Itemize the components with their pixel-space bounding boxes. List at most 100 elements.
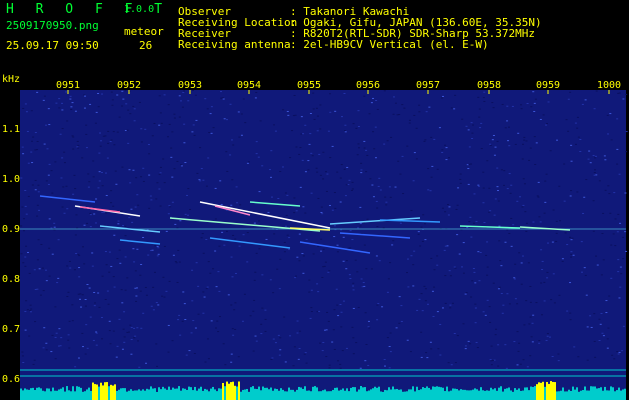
noise-speck — [328, 270, 331, 272]
noise-speck — [371, 184, 374, 186]
noise-speck — [576, 116, 579, 118]
noise-speck — [155, 343, 158, 345]
noise-speck — [412, 285, 415, 287]
noise-speck — [521, 158, 524, 160]
noise-speck — [227, 294, 230, 296]
noise-speck — [197, 285, 200, 287]
noise-speck — [317, 291, 320, 293]
noise-speck — [51, 334, 54, 336]
noise-speck — [134, 287, 137, 289]
level-bar — [342, 388, 344, 400]
level-bar — [300, 387, 302, 400]
noise-speck — [316, 130, 319, 132]
noise-speck — [109, 343, 112, 345]
noise-speck — [225, 230, 228, 232]
noise-speck — [608, 295, 611, 297]
noise-speck — [116, 258, 119, 260]
noise-speck — [202, 252, 205, 254]
level-bar — [306, 390, 308, 400]
freq-tick-label: 0.6 — [2, 374, 21, 385]
noise-speck — [130, 353, 133, 355]
noise-speck — [21, 351, 24, 353]
noise-speck — [53, 226, 56, 228]
noise-speck — [152, 286, 155, 288]
level-bar — [424, 387, 426, 400]
noise-speck — [109, 141, 112, 143]
noise-speck — [498, 240, 501, 242]
noise-speck — [124, 256, 127, 258]
noise-speck — [144, 128, 147, 130]
noise-speck — [342, 236, 345, 238]
noise-speck — [497, 200, 500, 202]
noise-speck — [344, 130, 347, 132]
noise-speck — [368, 327, 371, 329]
level-bar — [264, 387, 266, 400]
noise-speck — [624, 231, 627, 233]
noise-speck — [204, 98, 207, 100]
noise-speck — [104, 251, 107, 253]
level-bar — [32, 387, 34, 400]
noise-speck — [464, 348, 467, 350]
noise-speck — [40, 243, 43, 245]
noise-speck — [202, 179, 205, 181]
noise-speck — [483, 221, 486, 223]
noise-speck — [203, 296, 206, 298]
noise-speck — [81, 332, 84, 334]
noise-speck — [570, 160, 573, 162]
noise-speck — [489, 144, 492, 146]
noise-speck — [383, 358, 386, 360]
noise-speck — [68, 260, 71, 262]
noise-speck — [357, 126, 360, 128]
noise-speck — [467, 129, 470, 131]
noise-speck — [30, 110, 33, 112]
noise-speck — [489, 359, 492, 361]
noise-speck — [522, 178, 525, 180]
level-bar — [422, 387, 424, 400]
noise-speck — [181, 106, 184, 108]
level-bar — [156, 391, 158, 400]
noise-speck — [363, 95, 366, 97]
noise-speck — [558, 294, 561, 296]
noise-speck — [279, 258, 282, 260]
noise-speck — [74, 188, 77, 190]
noise-speck — [302, 133, 305, 135]
noise-speck — [277, 334, 280, 336]
noise-speck — [334, 207, 337, 209]
noise-speck — [176, 281, 179, 283]
level-bar — [132, 390, 134, 400]
noise-speck — [289, 335, 292, 337]
noise-speck — [30, 308, 33, 310]
noise-speck — [406, 258, 409, 260]
noise-speck — [95, 332, 98, 334]
noise-speck — [485, 254, 488, 256]
noise-speck — [84, 305, 87, 307]
noise-speck — [625, 93, 628, 95]
noise-speck — [599, 323, 602, 325]
noise-speck — [609, 212, 612, 214]
noise-speck — [307, 169, 310, 171]
noise-speck — [486, 160, 489, 162]
noise-speck — [331, 209, 334, 211]
noise-speck — [221, 231, 224, 233]
level-bar — [188, 386, 190, 400]
noise-speck — [526, 366, 529, 368]
noise-speck — [315, 167, 318, 169]
noise-speck — [469, 343, 472, 345]
noise-speck — [299, 186, 302, 188]
noise-speck — [594, 169, 597, 171]
level-bar — [340, 389, 342, 400]
noise-speck — [286, 234, 289, 236]
noise-speck — [522, 359, 525, 361]
noise-speck — [360, 172, 363, 174]
noise-speck — [425, 111, 428, 113]
level-bar — [516, 389, 518, 400]
noise-speck — [412, 264, 415, 266]
level-bar — [500, 386, 502, 400]
level-bar — [620, 390, 622, 400]
noise-speck — [400, 320, 403, 322]
noise-speck — [516, 303, 519, 305]
noise-speck — [283, 241, 286, 243]
noise-speck — [57, 239, 60, 241]
noise-speck — [73, 269, 76, 271]
noise-speck — [87, 186, 90, 188]
